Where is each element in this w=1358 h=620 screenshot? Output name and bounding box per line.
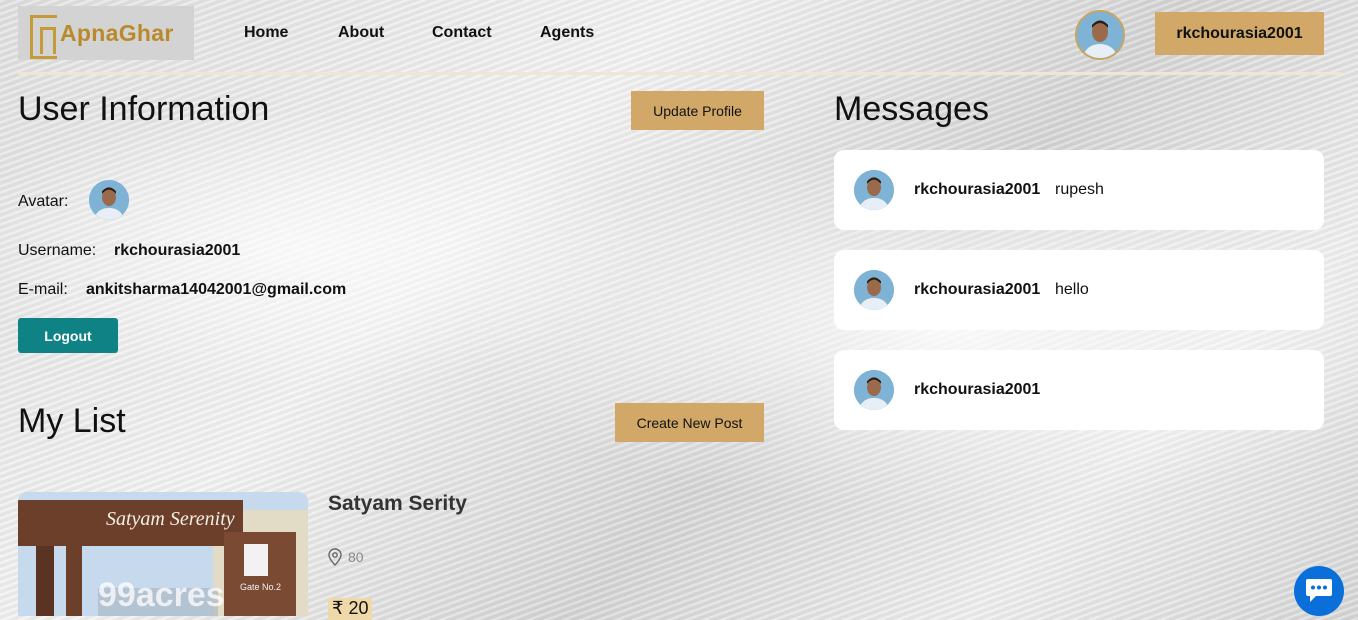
location-pin-icon bbox=[328, 548, 342, 566]
message-avatar bbox=[854, 370, 894, 410]
message-username: rkchourasia2001 bbox=[914, 181, 1041, 198]
post-image-sign: Satyam Serenity bbox=[106, 508, 235, 530]
post-image-gate: Gate No.2 bbox=[240, 582, 282, 592]
post-price: ₹ 20 bbox=[328, 598, 373, 620]
nav-user-button[interactable]: rkchourasia2001 bbox=[1155, 12, 1324, 55]
nav-link-about[interactable]: About bbox=[338, 24, 384, 42]
brand-name: ApnaGhar bbox=[60, 19, 174, 46]
message-item[interactable]: rkchourasia2001 rupesh bbox=[834, 150, 1324, 230]
post-location-text: 80 bbox=[348, 549, 364, 565]
user-avatar bbox=[89, 180, 129, 220]
update-profile-button[interactable]: Update Profile bbox=[631, 91, 764, 130]
nav-link-contact[interactable]: Contact bbox=[432, 24, 492, 42]
message-username: rkchourasia2001 bbox=[914, 381, 1041, 398]
messages-title: Messages bbox=[834, 90, 989, 128]
nav-link-agents[interactable]: Agents bbox=[540, 24, 594, 42]
email-label: E-mail: bbox=[18, 281, 68, 298]
message-item[interactable]: rkchourasia2001 hello bbox=[834, 250, 1324, 330]
user-info-title: User Information bbox=[18, 90, 270, 128]
my-list-title: My List bbox=[18, 402, 126, 440]
username-label: Username: bbox=[18, 242, 97, 259]
nav-link-home[interactable]: Home bbox=[244, 24, 288, 42]
post-image-watermark: 99acres bbox=[98, 576, 225, 614]
create-post-button[interactable]: Create New Post bbox=[615, 403, 764, 442]
username-value: rkchourasia2001 bbox=[114, 242, 241, 259]
email-value: ankitsharma14042001@gmail.com bbox=[86, 281, 347, 298]
message-text: rupesh bbox=[1055, 181, 1104, 198]
nav-avatar[interactable] bbox=[1075, 10, 1125, 60]
chat-button[interactable] bbox=[1294, 566, 1344, 616]
message-avatar bbox=[854, 170, 894, 210]
avatar-label: Avatar: bbox=[18, 193, 69, 210]
message-avatar bbox=[854, 270, 894, 310]
navbar: ApnaGhar Home About Contact Agents rkcho… bbox=[18, 0, 1342, 75]
home-logo-icon bbox=[26, 11, 66, 59]
post-title[interactable]: Satyam Serity bbox=[328, 492, 467, 516]
chat-icon bbox=[1306, 579, 1332, 602]
logout-button[interactable]: Logout bbox=[18, 318, 118, 353]
message-username: rkchourasia2001 bbox=[914, 281, 1041, 298]
message-text: hello bbox=[1055, 281, 1089, 298]
post-image[interactable]: Satyam Serenity Gate No.2 99acres bbox=[18, 492, 308, 616]
message-item[interactable]: rkchourasia2001 bbox=[834, 350, 1324, 430]
post-location: 80 bbox=[328, 548, 364, 566]
brand-logo[interactable]: ApnaGhar bbox=[18, 6, 194, 60]
